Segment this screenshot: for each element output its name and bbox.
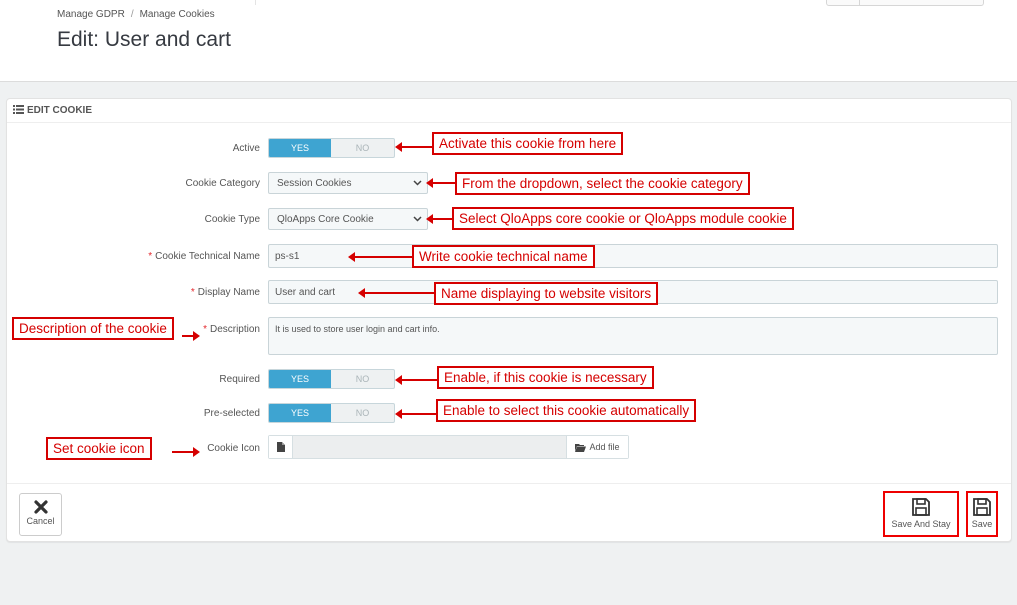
- top-search-control[interactable]: [826, 0, 984, 6]
- annotation-description: Description of the cookie: [12, 317, 174, 340]
- display-name-label-text: Display Name: [197, 287, 260, 298]
- annotation-type: Select QloApps core cookie or QloApps mo…: [452, 207, 794, 230]
- description-value: It is used to store user login and cart …: [275, 324, 440, 334]
- category-label: Cookie Category: [185, 178, 260, 189]
- required-label: Required: [219, 374, 260, 385]
- description-textarea[interactable]: It is used to store user login and cart …: [268, 317, 998, 355]
- cookie-category-select[interactable]: Session Cookies: [268, 172, 428, 194]
- preselected-yes-option[interactable]: YES: [269, 404, 332, 422]
- annotation-preselected: Enable to select this cookie automatical…: [436, 399, 697, 422]
- annotation-active: Activate this cookie from here: [432, 132, 624, 155]
- active-toggle[interactable]: YES NO: [268, 138, 395, 158]
- cancel-label: Cancel: [26, 516, 55, 526]
- annotation-icon: Set cookie icon: [46, 437, 152, 460]
- annotation-technical-name: Write cookie technical name: [412, 245, 595, 268]
- breadcrumb-separator: /: [130, 9, 134, 20]
- chevron-down-icon: [413, 216, 422, 222]
- save-icon: [973, 498, 991, 516]
- page-title: Edit: User and cart: [57, 28, 231, 51]
- panel-footer-divider: [7, 483, 1011, 484]
- active-label: Active: [232, 143, 260, 154]
- preselected-label: Pre-selected: [203, 408, 260, 419]
- preselected-toggle[interactable]: YES NO: [268, 403, 395, 423]
- annotation-category: From the dropdown, select the cookie cat…: [455, 172, 750, 195]
- add-file-button[interactable]: Add file: [566, 436, 628, 458]
- technical-name-value: ps-s1: [275, 251, 300, 262]
- technical-name-label-text: Cookie Technical Name: [155, 251, 260, 262]
- required-star: *: [190, 287, 195, 298]
- save-and-stay-label: Save And Stay: [891, 519, 951, 529]
- annotation-arrow: [426, 214, 452, 224]
- type-label: Cookie Type: [204, 214, 260, 225]
- panel-heading-label: EDIT COOKIE: [27, 105, 93, 116]
- save-and-stay-button[interactable]: Save And Stay: [883, 491, 959, 537]
- display-name-value: User and cart: [275, 287, 336, 298]
- description-label-text: Description: [209, 324, 260, 335]
- annotation-arrow: [426, 178, 456, 188]
- save-button[interactable]: Save: [966, 491, 998, 537]
- breadcrumb-item-gdpr[interactable]: Manage GDPR: [57, 9, 125, 20]
- active-no-option[interactable]: NO: [331, 139, 394, 157]
- list-icon: [13, 105, 24, 114]
- cookie-icon-upload[interactable]: Add file: [268, 435, 629, 459]
- add-file-label: Add file: [589, 442, 620, 452]
- annotation-required: Enable, if this cookie is necessary: [437, 366, 654, 389]
- annotation-arrow: [395, 375, 438, 385]
- cookie-category-value: Session Cookies: [277, 178, 352, 189]
- breadcrumb-item-cookies[interactable]: Manage Cookies: [140, 9, 215, 20]
- annotation-arrow: [358, 288, 435, 298]
- close-icon: [33, 500, 48, 514]
- required-star: *: [203, 324, 207, 335]
- required-star: *: [148, 251, 153, 262]
- file-name-field[interactable]: [293, 436, 566, 458]
- save-icon: [912, 498, 930, 516]
- annotation-display-name: Name displaying to website visitors: [434, 282, 659, 305]
- annotation-arrow: [348, 252, 412, 262]
- cookie-type-select[interactable]: QloApps Core Cookie: [268, 208, 428, 230]
- required-yes-option[interactable]: YES: [269, 370, 332, 388]
- cancel-button[interactable]: Cancel: [19, 493, 62, 536]
- active-yes-option[interactable]: YES: [269, 139, 332, 157]
- breadcrumb: Manage GDPR / Manage Cookies: [57, 9, 215, 20]
- required-toggle[interactable]: YES NO: [268, 369, 395, 389]
- folder-open-icon: [575, 443, 587, 452]
- page-header: Manage GDPR / Manage Cookies Edit: User an…: [0, 0, 1017, 82]
- annotation-arrow: [395, 142, 432, 152]
- annotation-arrow: [172, 447, 200, 457]
- save-label: Save: [971, 519, 993, 529]
- required-no-option[interactable]: NO: [331, 370, 394, 388]
- technical-name-label: * Cookie Technical Name: [100, 251, 260, 262]
- display-name-label: * Display Name: [100, 287, 260, 298]
- chevron-down-icon: [413, 180, 422, 186]
- top-divider: [255, 0, 815, 5]
- cookie-type-value: QloApps Core Cookie: [277, 214, 374, 225]
- file-icon: [269, 436, 293, 458]
- preselected-no-option[interactable]: NO: [331, 404, 394, 422]
- annotation-arrow: [395, 409, 437, 419]
- panel-heading: EDIT COOKIE: [7, 99, 1011, 123]
- annotation-arrow: [182, 331, 200, 341]
